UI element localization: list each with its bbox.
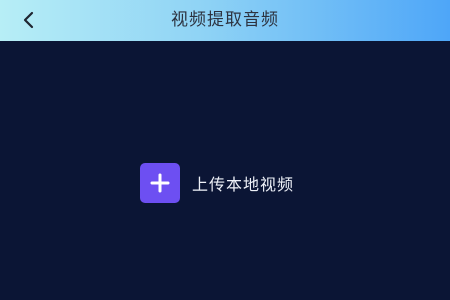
top-bar: 视频提取音频 — [0, 0, 450, 41]
page-title: 视频提取音频 — [171, 10, 279, 30]
plus-icon — [140, 163, 180, 203]
upload-local-video-button[interactable]: 上传本地视频 — [140, 163, 294, 203]
main-content: 上传本地视频 — [0, 41, 450, 300]
upload-label: 上传本地视频 — [192, 175, 295, 194]
